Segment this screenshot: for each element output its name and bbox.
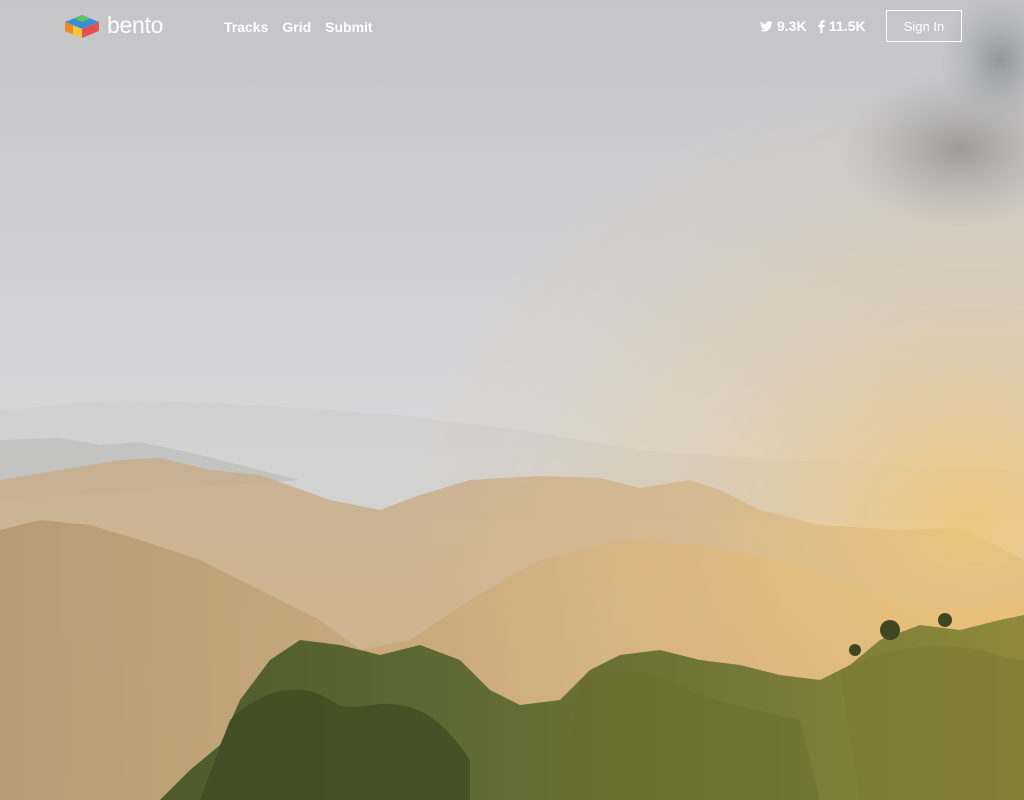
- twitter-count: 9.3K: [777, 18, 807, 34]
- brand-logo[interactable]: bento: [63, 12, 163, 39]
- facebook-count: 11.5K: [829, 18, 866, 34]
- sign-in-button[interactable]: Sign In: [886, 10, 962, 42]
- mountain-landscape-image: [0, 0, 1024, 800]
- hero-background: [0, 0, 1024, 800]
- nav-link-grid[interactable]: Grid: [282, 18, 311, 36]
- facebook-f-icon: [818, 19, 825, 33]
- top-navigation-bar: bento Tracks Grid Submit 9.3K 11.5K Sign…: [0, 0, 1024, 54]
- brand-name: bento: [107, 12, 164, 38]
- facebook-like-link[interactable]: 11.5K: [818, 18, 866, 34]
- nav-link-tracks[interactable]: Tracks: [224, 18, 268, 36]
- nav-link-submit[interactable]: Submit: [325, 18, 372, 36]
- bento-box-icon: [65, 14, 99, 38]
- twitter-bird-icon: [760, 20, 773, 31]
- primary-nav-links: Tracks Grid Submit: [224, 18, 387, 36]
- twitter-follow-link[interactable]: 9.3K: [760, 18, 807, 34]
